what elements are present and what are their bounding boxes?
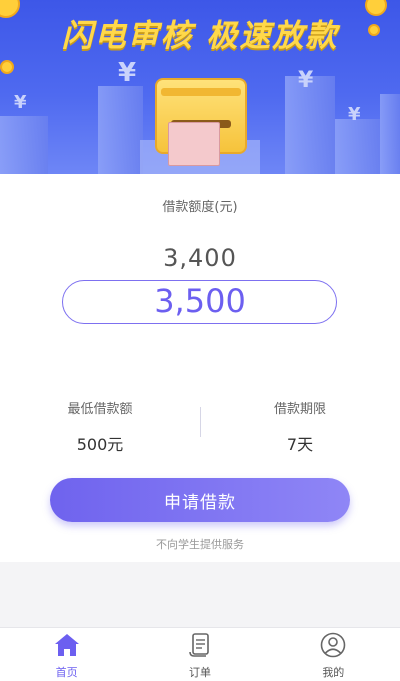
order-scroll-icon xyxy=(186,632,214,658)
amount-picker-option[interactable]: 3,400 xyxy=(0,244,400,272)
apply-loan-button[interactable]: 申请借款 xyxy=(50,478,350,522)
amount-label: 借款额度(元) xyxy=(162,200,238,215)
tab-orders[interactable]: 订单 xyxy=(133,628,266,681)
decorative-tower xyxy=(335,119,380,174)
loan-term-info: 借款期限 7天 xyxy=(230,398,370,455)
promo-banner: ¥ ¥ ¥ ¥ 闪电审核 极速放款 xyxy=(0,0,400,174)
min-amount-info: 最低借款额 500元 xyxy=(30,398,170,455)
loan-term-value: 7天 xyxy=(286,435,314,454)
tab-home-label: 首页 xyxy=(55,666,78,679)
yen-sign-icon: ¥ xyxy=(14,92,27,113)
tab-orders-label: 订单 xyxy=(188,666,211,679)
loan-term-label: 借款期限 xyxy=(273,402,326,417)
user-icon xyxy=(319,632,347,658)
yen-sign-icon: ¥ xyxy=(298,68,314,93)
amount-picker-selected-value[interactable]: 3,500 xyxy=(0,282,400,320)
decorative-tower xyxy=(0,116,48,174)
loan-card: 借款额度(元) 3,400 3,500 最低借款额 500元 借款期限 7天 申… xyxy=(0,174,400,562)
decorative-tower xyxy=(98,86,143,174)
tab-profile[interactable]: 我的 xyxy=(267,628,400,681)
min-amount-value: 500元 xyxy=(76,435,124,454)
banner-headline: 闪电审核 极速放款 xyxy=(61,18,339,54)
bottom-tab-bar: 首页 订单 我的 xyxy=(0,627,400,681)
info-divider xyxy=(200,407,201,437)
banknote-icon xyxy=(168,122,220,166)
student-notice: 不向学生提供服务 xyxy=(156,538,244,551)
yen-sign-icon: ¥ xyxy=(348,104,361,125)
min-amount-label: 最低借款额 xyxy=(67,402,133,417)
tab-home[interactable]: 首页 xyxy=(0,628,133,681)
decorative-tower xyxy=(380,94,400,174)
home-icon xyxy=(53,632,81,658)
coin-icon xyxy=(0,60,14,74)
tab-profile-label: 我的 xyxy=(322,666,345,679)
yen-sign-icon: ¥ xyxy=(118,58,137,88)
